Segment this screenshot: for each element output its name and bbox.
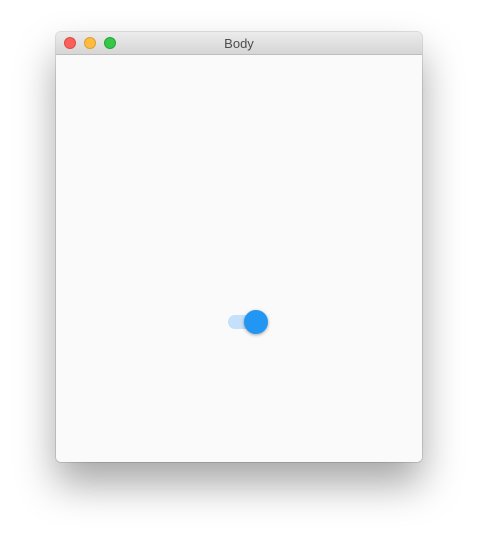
window-title: Body [224,36,254,51]
title-bar[interactable]: Body [56,32,422,55]
toggle-switch[interactable] [226,308,270,334]
switch-thumb [244,310,268,334]
window-body [56,55,422,462]
app-window: Body [56,32,422,462]
